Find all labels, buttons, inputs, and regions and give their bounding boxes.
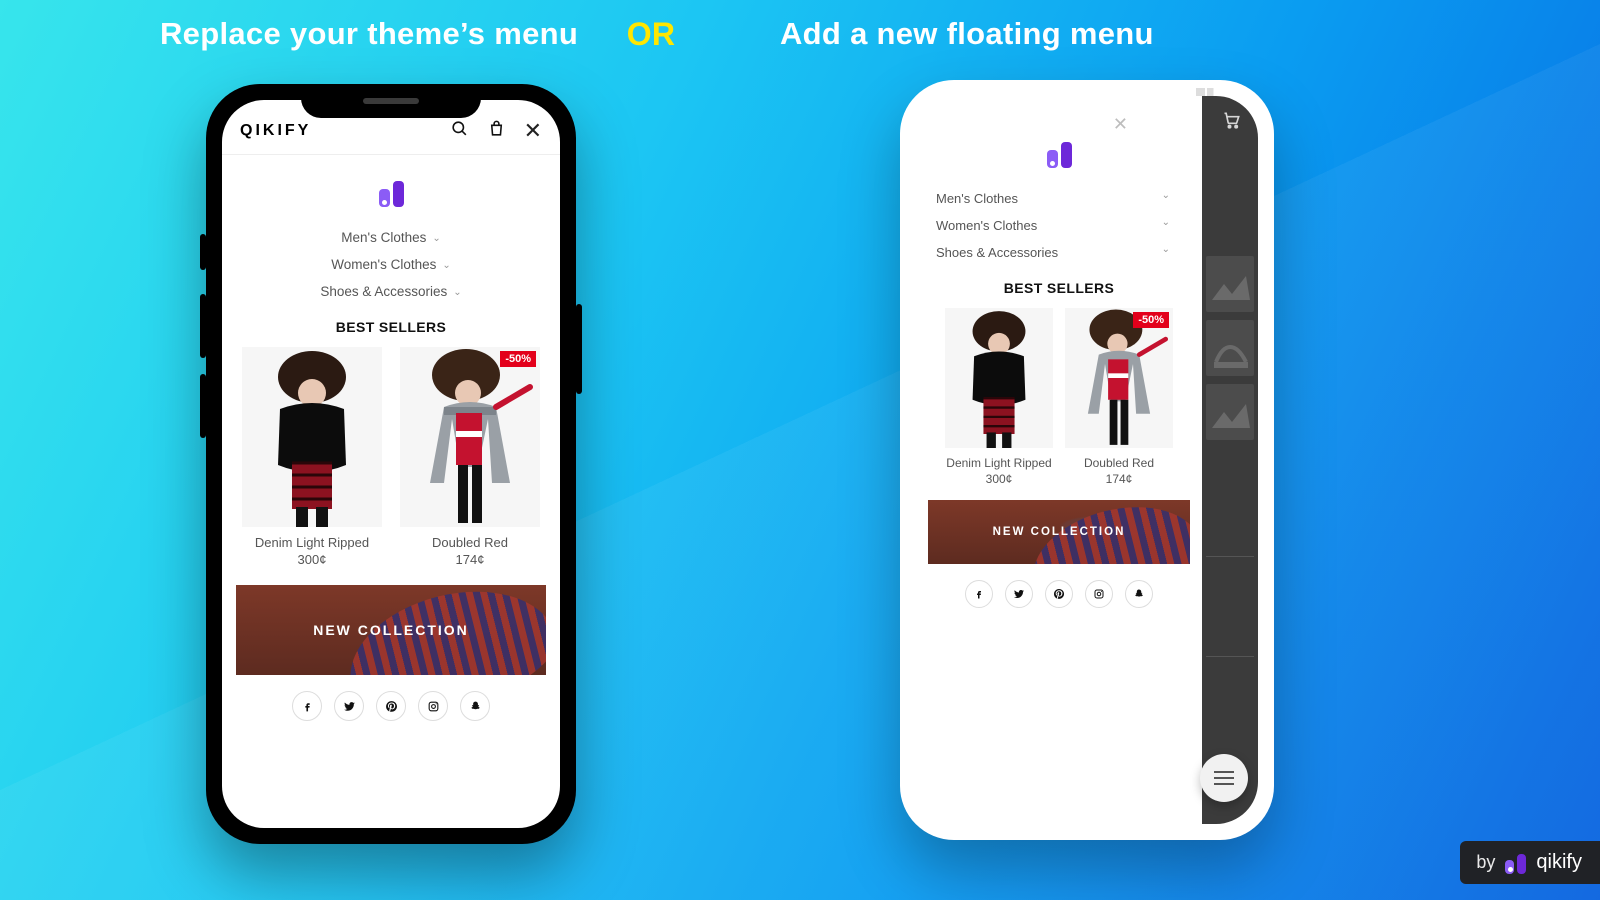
nav-item-womens[interactable]: Women's Clothes⌄ bbox=[222, 257, 560, 272]
close-icon[interactable]: ✕ bbox=[524, 118, 542, 144]
product-grid: Denim Light Ripped 300¢ -50% bbox=[916, 308, 1202, 486]
product-price: 300¢ bbox=[945, 472, 1053, 486]
bg-thumbnail bbox=[1206, 384, 1254, 440]
product-card[interactable]: Denim Light Ripped 300¢ bbox=[242, 347, 382, 567]
facebook-icon[interactable] bbox=[292, 691, 322, 721]
chevron-down-icon: ⌄ bbox=[1162, 190, 1170, 205]
bg-divider bbox=[1206, 556, 1254, 557]
chevron-down-icon: ⌄ bbox=[1162, 217, 1170, 232]
bg-thumbnail bbox=[1206, 320, 1254, 376]
chevron-down-icon: ⌄ bbox=[432, 233, 440, 244]
product-image: -50% bbox=[400, 347, 540, 527]
nav-item-womens[interactable]: Women's Clothes⌄ bbox=[916, 218, 1202, 233]
store-logo bbox=[916, 96, 1202, 187]
discount-badge: -50% bbox=[1133, 312, 1169, 328]
nav-item-shoes[interactable]: Shoes & Accessories⌄ bbox=[222, 284, 560, 299]
twitter-icon[interactable] bbox=[1005, 580, 1033, 608]
product-price: 300¢ bbox=[242, 552, 382, 567]
pinterest-icon[interactable] bbox=[376, 691, 406, 721]
bg-divider bbox=[1206, 656, 1254, 657]
nav-item-shoes[interactable]: Shoes & Accessories⌄ bbox=[916, 245, 1202, 260]
status-bar-icon bbox=[1196, 88, 1218, 96]
phone-side-button bbox=[200, 294, 206, 358]
product-card[interactable]: -50% Doubled Red 174¢ bbox=[1065, 308, 1173, 486]
store-logo bbox=[222, 155, 560, 226]
product-image bbox=[242, 347, 382, 527]
instagram-icon[interactable] bbox=[1085, 580, 1113, 608]
header-icons: ✕ bbox=[450, 118, 542, 144]
phone-side-button bbox=[200, 374, 206, 438]
headline-floating: Add a new floating menu bbox=[780, 16, 1154, 52]
product-name: Denim Light Ripped bbox=[945, 456, 1053, 470]
qikify-logo-icon bbox=[1047, 138, 1072, 168]
close-icon[interactable]: ✕ bbox=[1113, 114, 1128, 135]
new-collection-banner[interactable]: NEW COLLECTION bbox=[236, 585, 546, 675]
product-image: -50% bbox=[1065, 308, 1173, 448]
headline-replace: Replace your theme’s menu bbox=[160, 16, 578, 52]
product-grid: Denim Light Ripped 300¢ -50% bbox=[222, 347, 560, 567]
search-icon[interactable] bbox=[450, 119, 469, 144]
facebook-icon[interactable] bbox=[965, 580, 993, 608]
cart-icon[interactable] bbox=[1222, 110, 1242, 135]
phone-floating-menu: ✕ Men's Clothes⌄ Women's Clothes⌄ Shoes … bbox=[900, 80, 1274, 840]
instagram-icon[interactable] bbox=[418, 691, 448, 721]
chevron-down-icon: ⌄ bbox=[1162, 244, 1170, 259]
snapchat-icon[interactable] bbox=[1125, 580, 1153, 608]
store-nav: Men's Clothes⌄ Women's Clothes⌄ Shoes & … bbox=[222, 226, 560, 315]
chevron-down-icon: ⌄ bbox=[453, 287, 461, 298]
store-brand: QIKIFY bbox=[240, 122, 311, 140]
phone-replace-theme: QIKIFY ✕ Men's Clothes⌄ Women's Clothes⌄… bbox=[206, 84, 576, 844]
new-collection-banner[interactable]: NEW COLLECTION bbox=[928, 500, 1190, 564]
social-row bbox=[916, 564, 1202, 624]
byline-by: by bbox=[1476, 852, 1495, 873]
banner-text: NEW COLLECTION bbox=[313, 622, 469, 638]
product-price: 174¢ bbox=[400, 552, 540, 567]
product-price: 174¢ bbox=[1065, 472, 1173, 486]
background-page bbox=[1202, 96, 1258, 824]
discount-badge: -50% bbox=[500, 351, 536, 367]
headline-or: OR bbox=[606, 16, 696, 53]
phone-side-button bbox=[576, 304, 582, 394]
social-row bbox=[222, 675, 560, 737]
pinterest-icon[interactable] bbox=[1045, 580, 1073, 608]
store-nav: Men's Clothes⌄ Women's Clothes⌄ Shoes & … bbox=[916, 187, 1202, 276]
product-card[interactable]: -50% Doubled Red 174¢ bbox=[400, 347, 540, 567]
product-name: Denim Light Ripped bbox=[242, 535, 382, 550]
phone-screen: QIKIFY ✕ Men's Clothes⌄ Women's Clothes⌄… bbox=[222, 100, 560, 828]
section-title: BEST SELLERS bbox=[222, 315, 560, 347]
snapchat-icon[interactable] bbox=[460, 691, 490, 721]
hamburger-icon bbox=[1214, 777, 1234, 779]
product-name: Doubled Red bbox=[1065, 456, 1173, 470]
product-name: Doubled Red bbox=[400, 535, 540, 550]
floating-menu-button[interactable] bbox=[1200, 754, 1248, 802]
qikify-logo-icon bbox=[379, 177, 404, 207]
phone-side-button bbox=[200, 234, 206, 270]
phone-screen: ✕ Men's Clothes⌄ Women's Clothes⌄ Shoes … bbox=[916, 96, 1258, 824]
nav-item-mens[interactable]: Men's Clothes⌄ bbox=[916, 191, 1202, 206]
banner-text: NEW COLLECTION bbox=[993, 526, 1126, 538]
phone-notch bbox=[301, 84, 481, 118]
chevron-down-icon: ⌄ bbox=[442, 260, 450, 271]
byline-brand: qikify bbox=[1536, 851, 1582, 874]
byline-badge: by qikify bbox=[1460, 841, 1600, 884]
product-image bbox=[945, 308, 1053, 448]
qikify-logo-icon bbox=[1505, 852, 1526, 874]
bg-thumbnail bbox=[1206, 256, 1254, 312]
section-title: BEST SELLERS bbox=[916, 276, 1202, 308]
twitter-icon[interactable] bbox=[334, 691, 364, 721]
product-card[interactable]: Denim Light Ripped 300¢ bbox=[945, 308, 1053, 486]
bag-icon[interactable] bbox=[487, 119, 506, 144]
nav-item-mens[interactable]: Men's Clothes⌄ bbox=[222, 230, 560, 245]
floating-menu-drawer: ✕ Men's Clothes⌄ Women's Clothes⌄ Shoes … bbox=[916, 96, 1202, 824]
